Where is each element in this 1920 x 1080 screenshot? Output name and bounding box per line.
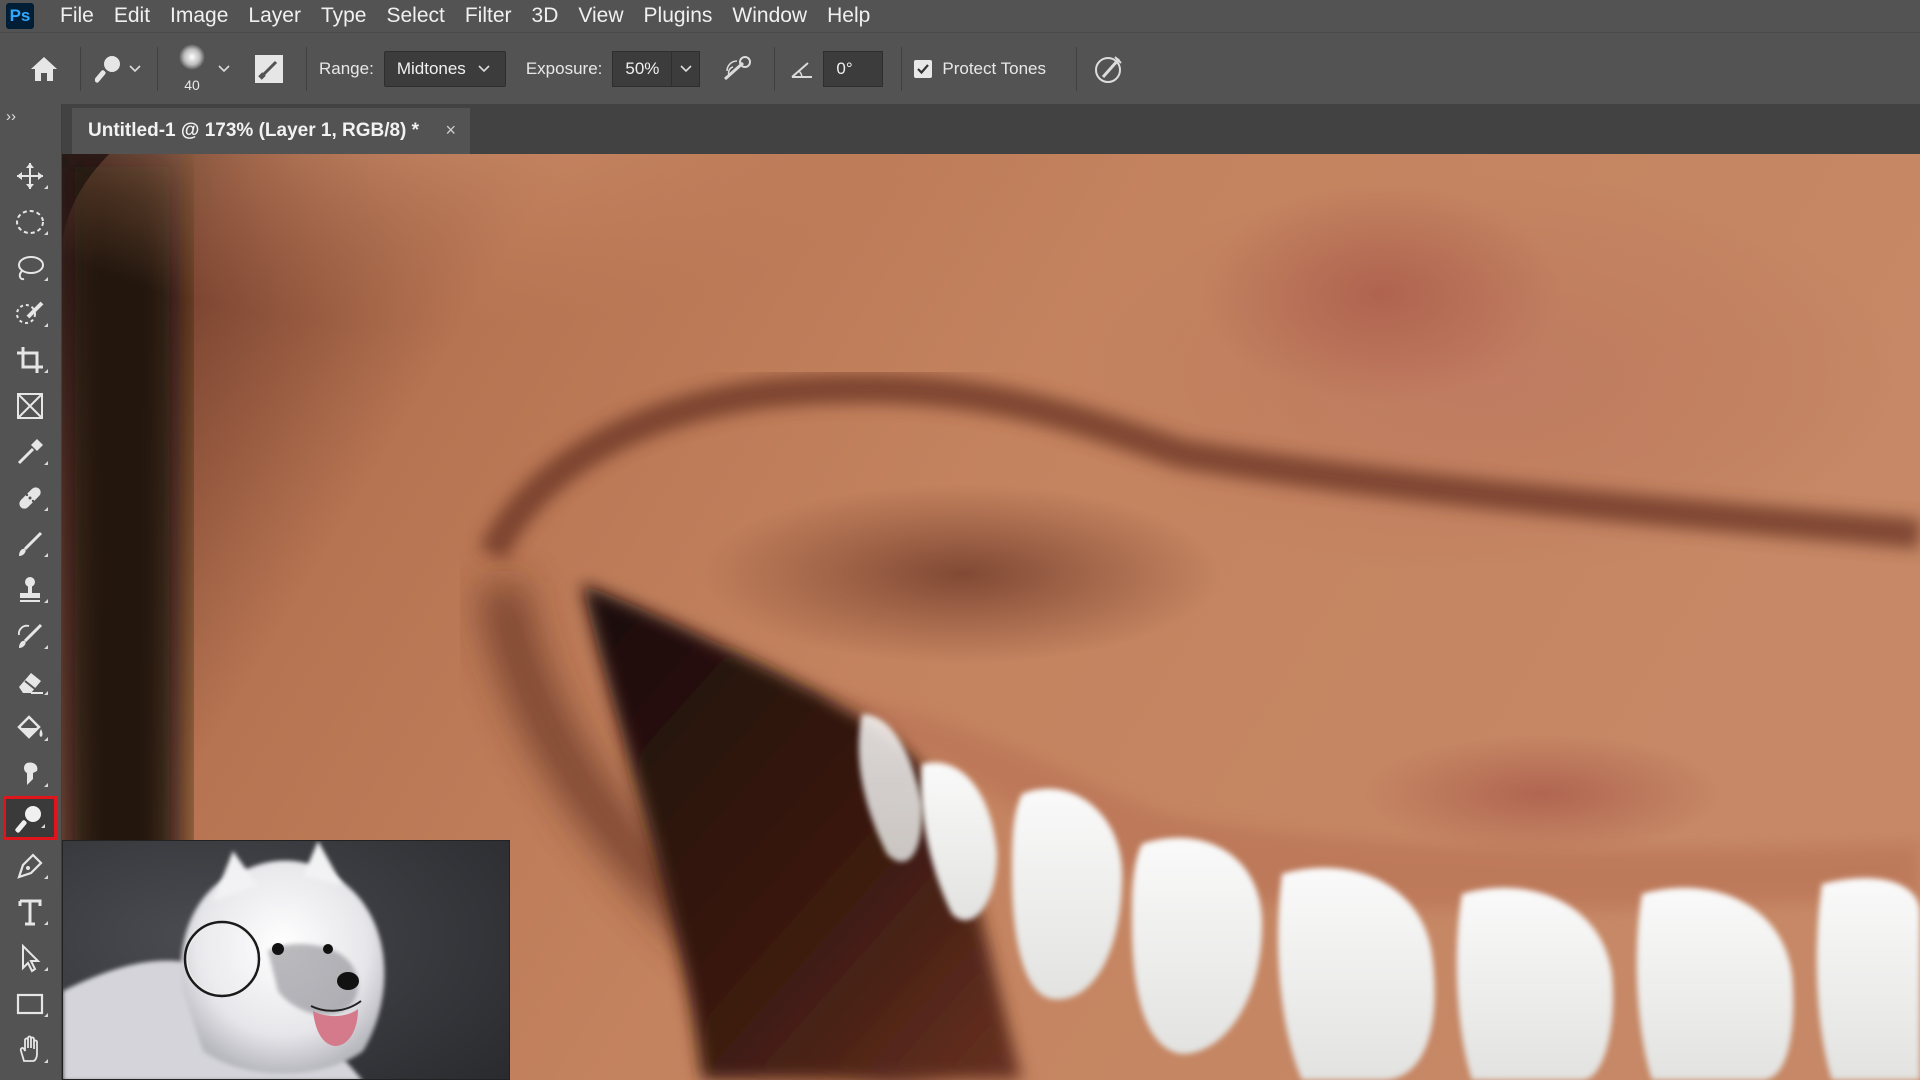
document-tab-title: Untitled-1 @ 173% (Layer 1, RGB/8) * — [88, 120, 420, 141]
move-tool-icon[interactable] — [3, 154, 57, 198]
tool-tip-preview — [62, 840, 510, 1080]
angle-icon — [787, 51, 817, 87]
menu-edit[interactable]: Edit — [104, 0, 160, 32]
brush-tool-icon[interactable] — [3, 522, 57, 566]
exposure-chevron-icon[interactable] — [672, 50, 701, 87]
range-dropdown[interactable]: Midtones — [383, 50, 506, 87]
history-brush-icon[interactable] — [3, 614, 57, 658]
airbrush-icon[interactable] — [718, 51, 758, 87]
chevron-down-icon[interactable] — [214, 51, 234, 87]
dodge-tool-preset-icon[interactable] — [93, 51, 125, 87]
brush-preset-picker[interactable]: 40 — [170, 39, 214, 99]
clone-stamp-icon[interactable] — [3, 568, 57, 612]
menu-select[interactable]: Select — [376, 0, 454, 32]
quick-selection-icon[interactable] — [3, 292, 57, 336]
menu-type[interactable]: Type — [311, 0, 377, 32]
paint-bucket-icon[interactable] — [3, 706, 57, 750]
menu-plugins[interactable]: Plugins — [634, 0, 723, 32]
angle-input[interactable]: 0° — [823, 50, 884, 87]
menu-view[interactable]: View — [568, 0, 633, 32]
document-tab-bar: Untitled-1 @ 173% (Layer 1, RGB/8) * × — [62, 104, 1920, 154]
options-bar: 40 Range: Midtones Exposure: 50% 0° Prot… — [0, 32, 1920, 104]
menu-bar: Ps File Edit Image Layer Type Select Fil… — [0, 0, 1920, 32]
lasso-icon[interactable] — [3, 246, 57, 290]
path-selection-icon[interactable] — [3, 936, 57, 980]
collapse-panel-icon[interactable]: ›› — [6, 108, 16, 125]
rectangle-tool-icon[interactable] — [3, 982, 57, 1026]
document-tab[interactable]: Untitled-1 @ 173% (Layer 1, RGB/8) * × — [72, 108, 470, 154]
home-icon[interactable] — [26, 51, 62, 87]
menu-file[interactable]: File — [50, 0, 104, 32]
close-icon[interactable]: × — [445, 120, 456, 141]
protect-tones-label: Protect Tones — [942, 58, 1047, 78]
dodge-brush-cursor — [183, 920, 261, 998]
protect-tones-checkbox[interactable] — [914, 59, 933, 78]
menu-filter[interactable]: Filter — [455, 0, 522, 32]
menu-image[interactable]: Image — [160, 0, 238, 32]
dog-preview-image — [63, 841, 509, 1079]
menu-3d[interactable]: 3D — [522, 0, 569, 32]
elliptical-marquee-icon[interactable] — [3, 200, 57, 244]
range-label: Range: — [319, 58, 374, 78]
soft-brush-icon — [179, 43, 205, 70]
crop-icon[interactable] — [3, 338, 57, 382]
eyedropper-icon[interactable] — [3, 430, 57, 474]
brush-size-value: 40 — [184, 76, 200, 93]
smudge-tool-icon[interactable] — [3, 752, 57, 796]
menu-layer[interactable]: Layer — [238, 0, 311, 32]
spot-healing-brush-icon[interactable] — [3, 476, 57, 520]
photoshop-logo[interactable]: Ps — [6, 3, 34, 29]
type-tool-icon[interactable] — [3, 890, 57, 934]
chevron-down-icon[interactable] — [125, 51, 145, 87]
pen-tool-icon[interactable] — [3, 844, 57, 888]
chevron-down-icon — [478, 64, 490, 73]
exposure-label: Exposure: — [525, 58, 603, 78]
exposure-input[interactable]: 50% — [612, 50, 673, 87]
range-value: Midtones — [396, 58, 466, 78]
pressure-size-icon[interactable] — [1089, 51, 1129, 87]
tools-panel: ›› — [0, 104, 62, 1080]
menu-window[interactable]: Window — [722, 0, 817, 32]
dodge-tool-icon[interactable] — [3, 796, 57, 840]
hand-tool-icon[interactable] — [3, 1028, 57, 1072]
brush-settings-icon[interactable] — [252, 51, 286, 87]
frame-tool-icon[interactable] — [3, 384, 57, 428]
eraser-icon[interactable] — [3, 660, 57, 704]
menu-help[interactable]: Help — [817, 0, 880, 32]
